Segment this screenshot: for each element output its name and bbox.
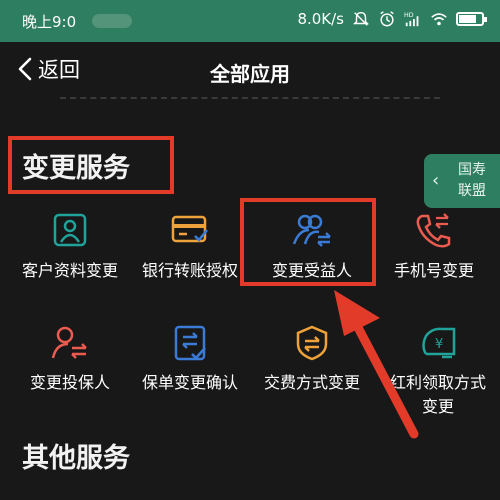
change-policyholder-icon [51,326,87,359]
customer-profile-icon [53,213,87,247]
divider [60,97,440,99]
grid-item-customer-info-change[interactable]: 客户资料变更 [10,208,130,288]
hd-signal-icon: HD [404,12,419,27]
alarm-icon [380,11,394,27]
policy-confirm-icon [174,325,206,361]
side-tab-line2: 联盟 [458,183,486,199]
item-label: 银行转账授权 [141,261,238,280]
wifi-icon [431,13,447,26]
section-title-other-services: 其他服务 [22,443,130,474]
grid-item-phone-change[interactable]: 手机号变更 [376,208,492,288]
guoshou-alliance-tab[interactable]: ‹ 国寿 联盟 [424,154,500,208]
bank-card-icon [171,215,209,243]
item-label: 保单变更确认 [141,373,238,392]
grid-item-change-policyholder[interactable]: 变更投保人 [10,320,130,400]
svg-text:HD: HD [404,12,414,19]
status-time: 晚上9:0 [22,13,77,31]
svg-text:¥: ¥ [435,337,443,352]
page-title: 全部应用 [210,62,290,86]
grid-item-bank-transfer-auth[interactable]: 银行转账授权 [131,208,249,288]
grid-item-payment-method-change[interactable]: 交费方式变更 [252,320,372,400]
highlight-box-beneficiary [240,198,376,286]
network-speed: 8.0K/s [297,10,344,28]
item-label: 手机号变更 [393,261,474,280]
item-label: 变更投保人 [29,373,110,392]
highlight-box-section [8,136,174,194]
battery-icon [456,12,487,26]
mute-icon [352,11,370,26]
grid-item-policy-change-confirm[interactable]: 保单变更确认 [131,320,249,400]
grid-item-dividend-method-change[interactable]: ¥ 红利领取方式 变更 [376,320,500,420]
item-label: 交费方式变更 [263,373,360,392]
dividend-icon: ¥ [422,327,456,359]
status-bar: 晚上9:0 8.0K/s HD [0,0,500,42]
phone-change-icon [416,213,451,248]
item-label: 红利领取方式 [389,373,486,392]
side-tab-line1: 国寿 [458,162,486,178]
item-label-line2: 变更 [421,397,454,416]
item-label: 客户资料变更 [21,261,118,280]
blurred-region [92,14,132,28]
nav-bar: 返回 全部应用 [0,42,500,102]
chevron-left-icon: ‹ [432,170,440,191]
payment-method-icon [296,325,328,361]
